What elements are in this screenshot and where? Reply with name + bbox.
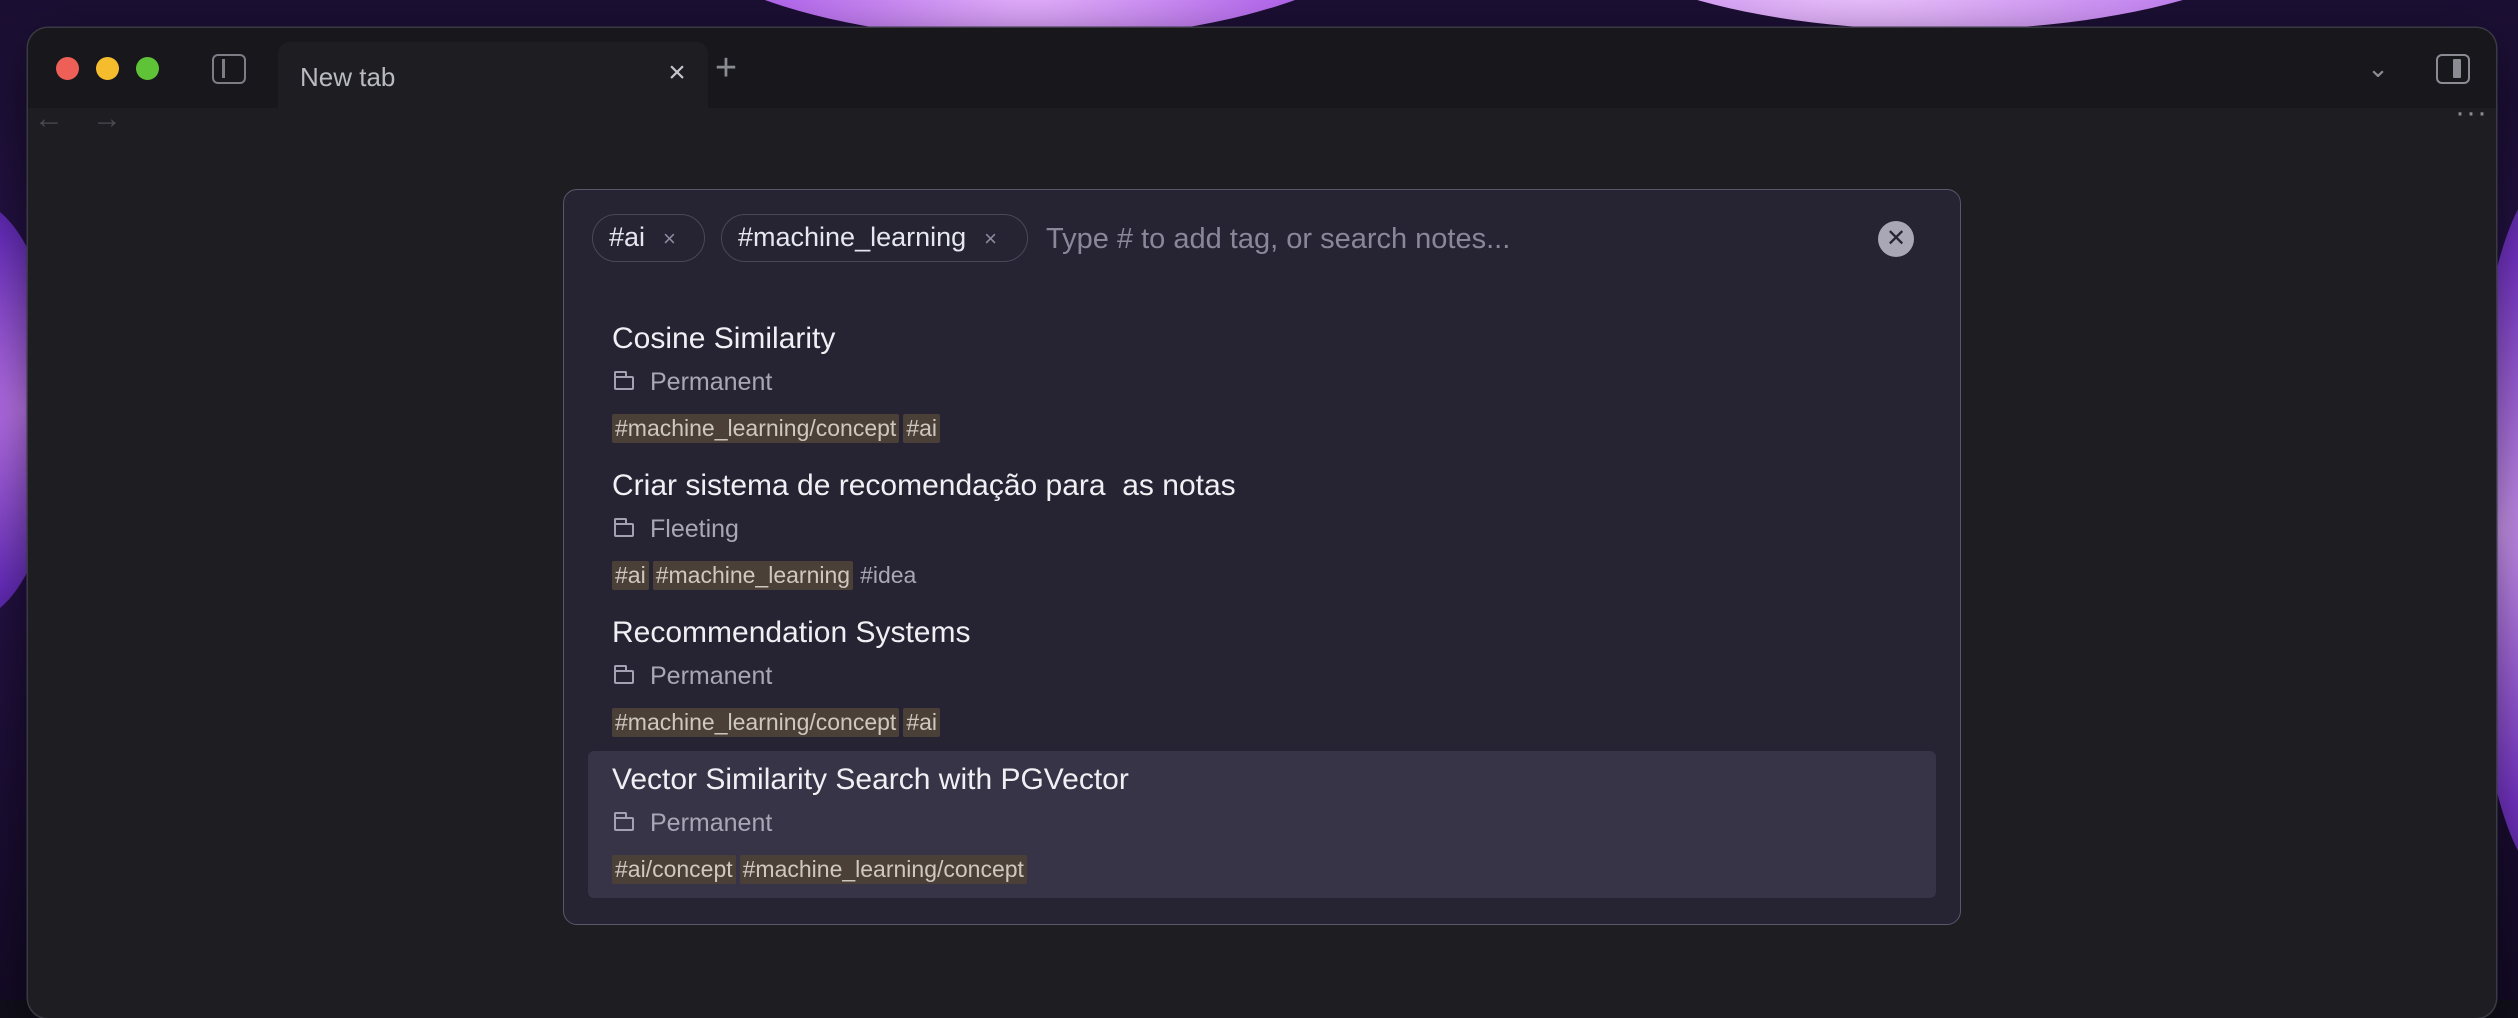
wallpaper-shape (1560, 0, 2320, 30)
note-tag: #ai (903, 414, 941, 443)
note-title: Recommendation Systems (612, 616, 971, 649)
navigation-bar (28, 108, 2496, 168)
sidebar-toggle-icon[interactable] (212, 54, 246, 84)
note-tag: #idea (860, 562, 917, 588)
tag-chip-label: #ai (609, 222, 646, 252)
folder-label: Fleeting (650, 515, 739, 543)
folder-icon (614, 518, 634, 537)
title-bar: New tab × + ⌄ (28, 28, 2496, 108)
note-tags: #machine_learning/concept #ai (612, 708, 944, 740)
minimize-window-button[interactable] (96, 57, 119, 80)
search-input[interactable] (1044, 216, 1928, 262)
note-tags: #ai #machine_learning #idea (612, 561, 923, 593)
note-tag: #machine_learning (652, 561, 854, 590)
list-item[interactable]: Recommendation Systems Permanent #machin… (588, 604, 1936, 751)
folder-icon (614, 371, 634, 390)
zoom-window-button[interactable] (136, 57, 159, 80)
note-tag: #ai (903, 708, 941, 737)
close-icon[interactable]: × (663, 226, 676, 251)
note-tags: #ai/concept #machine_learning/concept (612, 855, 1031, 887)
note-title: Cosine Similarity (612, 322, 836, 355)
tag-search-modal: #ai × #machine_learning × ✕ Cosine Similar… (563, 189, 1961, 925)
note-tags: #machine_learning/concept #ai (612, 414, 944, 446)
note-tag: #machine_learning/concept (612, 708, 900, 737)
folder-label: Permanent (650, 368, 773, 396)
list-item-selected[interactable]: Vector Similarity Search with PGVector P… (588, 751, 1936, 898)
results-list: Cosine Similarity Permanent #machine_lea… (588, 310, 1936, 898)
note-tag: #ai (612, 561, 649, 590)
tab-new-tab[interactable]: New tab × (278, 42, 708, 108)
close-icon[interactable]: × (984, 226, 997, 251)
forward-arrow-icon[interactable]: → (92, 102, 122, 136)
note-tag: #machine_learning/concept (739, 855, 1027, 884)
tag-chip[interactable]: #machine_learning × (721, 214, 1028, 262)
note-title: Vector Similarity Search with PGVector (612, 763, 1129, 796)
back-arrow-icon[interactable]: ← (34, 102, 64, 136)
folder-icon (614, 812, 634, 831)
more-options-icon[interactable]: ··· (2455, 96, 2488, 130)
search-row: #ai × #machine_learning × ✕ (592, 214, 1932, 264)
tab-title: New tab (300, 62, 396, 92)
tag-chip-label: #machine_learning (738, 222, 967, 252)
folder-label: Permanent (650, 809, 773, 837)
right-sidebar-toggle-icon[interactable] (2436, 54, 2470, 84)
note-tag: #ai/concept (612, 855, 736, 884)
close-icon[interactable]: × (662, 58, 692, 88)
clear-circle-icon[interactable]: ✕ (1878, 221, 1914, 257)
tag-chip[interactable]: #ai × (592, 214, 705, 262)
plus-icon[interactable]: + (708, 49, 744, 88)
note-tag: #machine_learning/concept (612, 414, 900, 443)
list-item[interactable]: Criar sistema de recomendação para as no… (588, 457, 1936, 604)
list-item[interactable]: Cosine Similarity Permanent #machine_lea… (588, 310, 1936, 457)
chevron-down-icon[interactable]: ⌄ (2360, 50, 2396, 86)
folder-icon (614, 665, 634, 684)
folder-label: Permanent (650, 662, 773, 690)
note-title: Criar sistema de recomendação para as no… (612, 469, 1236, 502)
close-window-button[interactable] (56, 57, 79, 80)
